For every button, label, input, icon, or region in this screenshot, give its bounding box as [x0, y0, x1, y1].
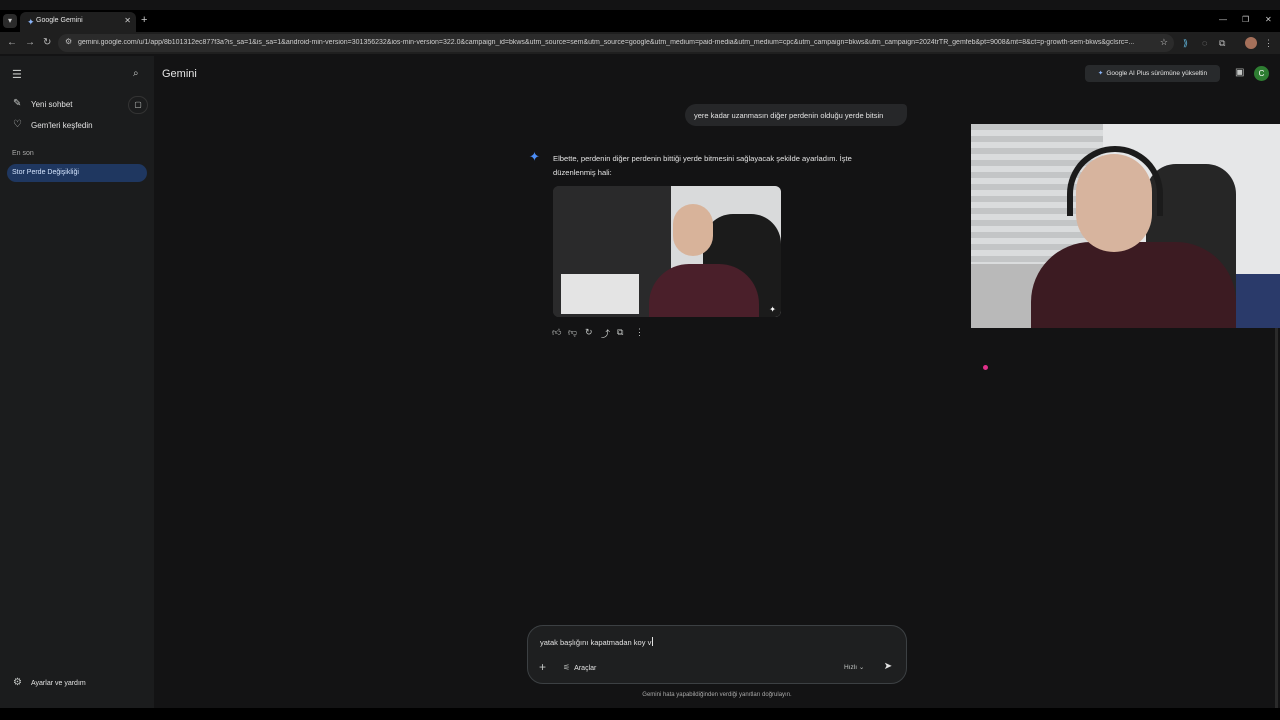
user-message: yere kadar uzanmasın diğer perdenin oldu…: [685, 104, 907, 126]
settings-label: Ayarlar ve yardım: [31, 680, 86, 687]
webcam-overlay: [971, 124, 1280, 328]
tools-button[interactable]: ⚟ Araçlar: [563, 663, 596, 672]
add-file-icon[interactable]: +: [539, 661, 546, 673]
more-options-icon[interactable]: ⋮: [635, 327, 644, 338]
extension-icon-2[interactable]: ◌: [1202, 37, 1207, 49]
app-title[interactable]: Gemini: [162, 68, 197, 80]
share-icon[interactable]: ⤴: [601, 327, 610, 340]
forward-icon[interactable]: →: [25, 37, 35, 49]
text-caret: [652, 637, 654, 646]
sidebar: ☰ ⌕ ✎ Yeni sohbet ▢ ♡ Gem'leri keşfedin …: [0, 56, 154, 708]
extensions-puzzle-icon[interactable]: ⧉: [1219, 37, 1225, 49]
send-icon[interactable]: ➤: [880, 659, 896, 675]
gem-icon: ♡: [13, 119, 22, 130]
scrollbar[interactable]: [1275, 328, 1278, 708]
response-text: Elbette, perdenin diğer perdenin bittiği…: [553, 154, 852, 177]
tools-label: Araçlar: [574, 665, 597, 672]
search-icon[interactable]: ⌕: [133, 68, 139, 79]
prompt-input[interactable]: yatak başlığını kapatmadan koy v + ⚟ Araç…: [527, 625, 907, 684]
gemini-sparkle-icon: ✦: [529, 149, 540, 164]
avatar[interactable]: C: [1254, 66, 1269, 81]
reload-icon[interactable]: ↻: [43, 37, 51, 49]
thumbs-up-icon[interactable]: 👍︎: [552, 327, 561, 338]
temporary-chat-icon[interactable]: ▢: [128, 96, 148, 114]
sidebar-item-label: Gem'leri keşfedin: [31, 121, 93, 130]
sparkle-icon: ✦: [1097, 70, 1104, 77]
user-message-text: yere kadar uzanmasın diğer perdenin oldu…: [694, 111, 884, 120]
url-text: gemini.google.com/u/1/app/8b101312ec877f…: [78, 39, 1135, 46]
mouse-cursor: [983, 365, 988, 370]
gemini-favicon-icon: ✦: [27, 17, 35, 27]
upgrade-label: Google AI Plus sürümüne yükseltin: [1106, 70, 1208, 77]
mode-label: Hızlı: [844, 664, 857, 671]
bottom-edge: [0, 708, 1280, 720]
edit-icon: ✎: [13, 98, 22, 109]
restore-icon[interactable]: ❐: [1242, 15, 1249, 24]
sidebar-item-label: Yeni sohbet: [31, 100, 73, 109]
generated-image[interactable]: ✦: [553, 186, 781, 317]
recent-chat-item[interactable]: Stor Perde Değişikliği: [7, 164, 147, 182]
sparkle-watermark-icon: ✦: [769, 305, 776, 314]
prompt-text-wrapper: yatak başlığını kapatmadan koy v: [540, 637, 654, 647]
extension-icon[interactable]: ⟫: [1183, 37, 1188, 49]
browser-tab-bar: ▾ ✦ Google Gemini ✕ + — ❐ ✕: [0, 10, 1280, 32]
settings-and-help[interactable]: ⚙ Ayarlar ve yardım: [0, 676, 154, 692]
chevron-down-icon: ⌄: [858, 664, 865, 671]
prompt-text: yatak başlığını kapatmadan koy v: [540, 638, 652, 647]
close-window-icon[interactable]: ✕: [1265, 15, 1272, 24]
recent-section-label: En son: [12, 150, 34, 157]
new-tab-icon[interactable]: +: [141, 14, 147, 26]
tab-search-dropdown-icon[interactable]: ▾: [3, 14, 17, 28]
model-mode-selector[interactable]: Hızlı ⌄: [844, 663, 864, 671]
disclaimer: Gemini hata yapabildiğinden verdiği yanı…: [642, 692, 792, 698]
menu-icon[interactable]: ☰: [12, 68, 22, 81]
gear-icon: ⚙: [13, 677, 22, 688]
tools-icon: ⚟: [563, 663, 571, 672]
browser-tab[interactable]: ✦ Google Gemini ✕: [20, 12, 136, 32]
upgrade-button[interactable]: ✦ Google AI Plus sürümüne yükseltin: [1085, 65, 1220, 82]
address-bar[interactable]: ⚙ gemini.google.com/u/1/app/8b101312ec87…: [58, 34, 1174, 52]
sidebar-item-explore-gems[interactable]: ♡ Gem'leri keşfedin: [0, 117, 154, 135]
gift-icon[interactable]: ▣: [1235, 67, 1244, 78]
tab-title: Google Gemini: [36, 17, 83, 24]
browser-menu-icon[interactable]: ⋮: [1264, 37, 1273, 49]
gemini-window: ▾ ✦ Google Gemini ✕ + — ❐ ✕ ← → ↻ ⚙ gemi…: [0, 0, 1280, 720]
bookmark-star-icon[interactable]: ☆: [1160, 37, 1168, 48]
thumbs-down-icon[interactable]: 👎︎: [568, 327, 577, 338]
copy-icon[interactable]: ⧉: [617, 327, 623, 338]
back-icon[interactable]: ←: [7, 37, 17, 49]
regenerate-icon[interactable]: ↻: [585, 327, 593, 338]
minimize-icon[interactable]: —: [1219, 15, 1227, 24]
site-info-icon[interactable]: ⚙: [65, 37, 72, 46]
close-tab-icon[interactable]: ✕: [124, 16, 131, 25]
browser-toolbar: ← → ↻ ⚙ gemini.google.com/u/1/app/8b1013…: [0, 32, 1280, 54]
recent-chat-title: Stor Perde Değişikliği: [12, 169, 79, 176]
browser-profile-avatar[interactable]: [1245, 37, 1257, 49]
